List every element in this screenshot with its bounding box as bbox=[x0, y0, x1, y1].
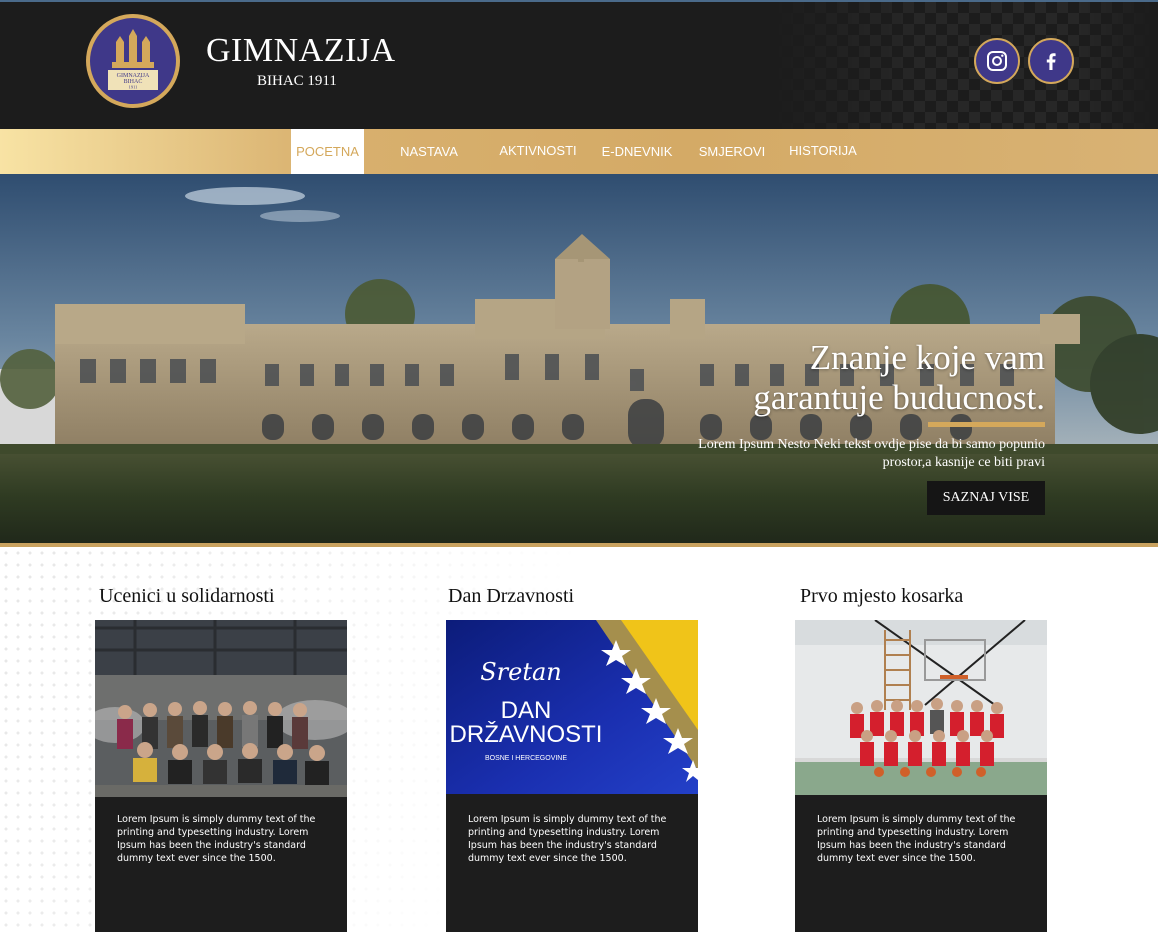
nav-item-pocetna[interactable]: POCETNA bbox=[291, 129, 364, 174]
instagram-icon bbox=[987, 51, 1007, 71]
facebook-button[interactable] bbox=[1028, 38, 1074, 84]
instagram-button[interactable] bbox=[974, 38, 1020, 84]
nav-item-historija[interactable]: HISTORIJA bbox=[784, 129, 862, 174]
basketball-team-photo bbox=[795, 620, 1047, 795]
hero-title-line-2: garantuje buducnost. bbox=[753, 378, 1045, 417]
nav-item-e-dnevnik[interactable]: E-DNEVNIK bbox=[598, 129, 676, 174]
news-card-dan-drzavnosti[interactable]: Sretan DAN DRŽAVNOSTI BOSNE I HERCEGOVIN… bbox=[446, 620, 698, 932]
news-card-kosarka[interactable]: Lorem Ipsum is simply dummy text of the … bbox=[795, 620, 1047, 932]
card-text-kosarka: Lorem Ipsum is simply dummy text of the … bbox=[817, 814, 1016, 864]
card-image-solidarnost bbox=[95, 620, 347, 797]
nav-item-smjerovi[interactable]: SMJEROVI bbox=[694, 129, 770, 174]
news-card-solidarnost[interactable]: Lorem Ipsum is simply dummy text of the … bbox=[95, 620, 347, 932]
brand-title: GIMNAZIJA bbox=[206, 32, 396, 69]
card-title-dan-drzavnosti: Dan Drzavnosti bbox=[448, 585, 575, 607]
saznaj-vise-button[interactable]: SAZNAJ VISE bbox=[927, 481, 1045, 515]
card-title-kosarka: Prvo mjesto kosarka bbox=[800, 585, 964, 607]
hero-title-underline bbox=[928, 422, 1045, 427]
dan-drzavnosti-caption: BOSNE I HERCEGOVINE bbox=[485, 755, 567, 762]
hero-title: Znanje koje vam garantuje buducnost. bbox=[645, 338, 1045, 418]
bih-flag-graphic: Sretan DAN DRŽAVNOSTI BOSNE I HERCEGOVIN… bbox=[446, 620, 698, 794]
nav-item-nastava[interactable]: NASTAVA bbox=[392, 129, 466, 174]
card-image-dan-drzavnosti: Sretan DAN DRŽAVNOSTI BOSNE I HERCEGOVIN… bbox=[446, 620, 698, 794]
card-title-solidarnost: Ucenici u solidarnosti bbox=[99, 585, 275, 607]
dan-drzavnosti-title-1: DAN bbox=[501, 697, 552, 724]
logo-text-3: 1911 bbox=[129, 85, 138, 90]
brand-subtitle: BIHAC 1911 bbox=[257, 73, 337, 89]
card-text-solidarnost: Lorem Ipsum is simply dummy text of the … bbox=[117, 814, 316, 864]
dan-drzavnosti-script: Sretan bbox=[480, 658, 562, 686]
card-text-dan-drzavnosti: Lorem Ipsum is simply dummy text of the … bbox=[468, 814, 667, 864]
nav-item-aktivnosti[interactable]: AKTIVNOSTI bbox=[494, 129, 582, 174]
students-group-photo bbox=[95, 620, 347, 797]
main-navigation: POCETNA NASTAVA AKTIVNOSTI E-DNEVNIK SMJ… bbox=[0, 129, 1158, 174]
card-image-kosarka bbox=[795, 620, 1047, 795]
hero-text-line-1: Lorem Ipsum Nesto Neki tekst ovdje pise … bbox=[698, 437, 1045, 452]
logo-castle-icon: GIMNAZIJA BIHAĆ 1911 bbox=[108, 29, 158, 90]
hero-text-line-2: prostor,a kasnije ce biti pravi bbox=[882, 455, 1045, 470]
facebook-icon bbox=[1046, 53, 1056, 70]
header-pattern bbox=[760, 2, 1158, 129]
hero-title-line-1: Znanje koje vam bbox=[809, 338, 1045, 377]
hero-description: Lorem Ipsum Nesto Neki tekst ovdje pise … bbox=[645, 436, 1045, 472]
dan-drzavnosti-title-2: DRŽAVNOSTI bbox=[450, 721, 603, 748]
school-logo[interactable]: GIMNAZIJA BIHAĆ 1911 bbox=[86, 14, 180, 108]
logo-emblem: GIMNAZIJA BIHAĆ 1911 bbox=[90, 18, 176, 104]
